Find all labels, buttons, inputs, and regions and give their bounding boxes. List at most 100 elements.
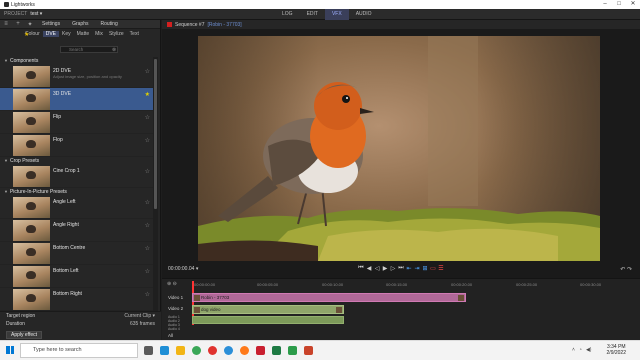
timeline-ruler[interactable]: ⊕ ⊖ 00:00:00.00 00:00:05.00 00:00:10.00 … [162,281,640,325]
video-frame[interactable] [198,36,600,261]
tab-routing[interactable]: Routing [94,21,123,27]
section-crop-presets[interactable]: ▼ Crop Presets [0,157,153,165]
tab-audio[interactable]: AUDIO [349,9,379,20]
effect-item-bottom-centre[interactable]: Bottom Centre ☆ [0,242,153,265]
viewer-timecode[interactable]: 00:00:00.04 ▾ [168,266,198,272]
favorite-star-icon[interactable]: ☆ [145,68,150,75]
favorite-star-icon[interactable]: ☆ [145,245,150,252]
powerpoint-icon[interactable] [304,346,313,355]
effect-item-flip[interactable]: Flip ☆ [0,111,153,134]
play-reverse-icon[interactable]: ◁ [374,265,380,272]
favorite-star-icon[interactable]: ☆ [145,268,150,275]
effect-item-flop[interactable]: Flop ☆ [0,134,153,157]
edge-dev-icon[interactable] [224,346,233,355]
fx-icon[interactable]: ✦ [24,21,36,28]
go-to-start-icon[interactable]: ⏮ [358,265,364,272]
red-app-icon[interactable] [256,346,265,355]
tab-settings[interactable]: Settings [36,21,66,27]
edge-icon[interactable] [160,346,169,355]
volume-icon[interactable]: ◀) [586,347,592,353]
filter-dve[interactable]: DVE [42,31,60,37]
tray-up-arrow-icon[interactable]: ˄ [572,347,575,353]
track-footer-all[interactable]: All [168,333,173,338]
effect-item-bottom-right[interactable]: Bottom Right ☆ [0,288,153,311]
apply-effect-footer: Target region Current Clip ▾ Duration 63… [0,311,161,340]
delete-icon[interactable]: ▭ [430,265,436,272]
timeline-clip-audio[interactable] [192,316,344,324]
duration-value[interactable]: 635 frames [130,321,155,327]
clip-thumbnail [194,307,200,313]
firefox-icon[interactable] [240,346,249,355]
add-icon[interactable]: + [12,21,24,27]
favorite-star-icon[interactable]: ☆ [145,168,150,175]
apply-effect-button[interactable]: Apply effect [6,331,43,339]
task-view-icon[interactable] [144,346,153,355]
go-to-end-icon[interactable]: ⏭ [398,265,404,272]
favorite-star-icon[interactable]: ☆ [145,291,150,298]
effect-item-angle-right[interactable]: Angle Right ☆ [0,219,153,242]
effects-search-input[interactable]: Search [60,46,118,53]
tab-vfx[interactable]: VFX [324,9,349,20]
effect-item-3d-dve[interactable]: 3D DVE ★ [0,88,153,111]
close-window-button[interactable]: ✕ [626,0,640,9]
filter-key[interactable]: Key [59,31,74,37]
mark-out-icon[interactable]: ⇥ [414,265,420,272]
previous-frame-icon[interactable]: ◀ [366,265,372,272]
filter-stylize[interactable]: Stylize [106,31,127,37]
menu-icon[interactable]: ≡ [0,21,12,27]
redo-icon[interactable]: ↷ [627,267,632,273]
filter-mix[interactable]: Mix [92,31,106,37]
maximize-button[interactable]: □ [612,0,626,9]
filter-matte[interactable]: Matte [74,31,93,37]
effect-item-cine-crop-1[interactable]: Cine Crop 1 ☆ [0,165,153,188]
viewer-title-bar: Sequence #7 [Robin - 37703] [162,20,640,29]
opera-icon[interactable] [208,346,217,355]
effect-item-angle-left[interactable]: Angle Left ☆ [0,196,153,219]
project-selector[interactable]: test ▾ [30,11,42,17]
timeline-clip-robin[interactable]: Robin - 37703 [192,293,466,302]
zoom-in-icon[interactable]: ⊕ [167,281,171,287]
track-label-video-2[interactable]: Video 2 [168,306,183,311]
play-icon[interactable]: ▶ [382,265,388,272]
minimize-button[interactable]: – [598,0,612,9]
favorite-star-icon[interactable]: ☆ [145,222,150,229]
search-clear-icon[interactable]: ⊗ [112,47,116,53]
chrome-icon[interactable] [192,346,201,355]
windows-start-icon[interactable] [6,346,15,354]
wifi-icon[interactable]: ◔ [579,347,582,353]
next-frame-icon[interactable]: ▷ [390,265,396,272]
effect-thumbnail [13,135,50,156]
robin-image [198,36,600,261]
camtasia-icon[interactable] [288,346,297,355]
effect-item-2d-dve[interactable]: 2D DVE Adjust image size, position and o… [0,65,153,88]
file-explorer-icon[interactable] [176,346,185,355]
section-pip-presets[interactable]: ▼ Picture-In-Picture Presets [0,188,153,196]
undo-icon[interactable]: ↶ [620,267,625,273]
taskbar-search-input[interactable]: Type here to search [20,343,138,358]
timeline-clip-dog-video[interactable]: dog video [192,305,344,314]
scrollbar-thumb[interactable] [154,59,157,209]
track-label-video-1[interactable]: Video 1 [168,295,183,300]
mark-in-icon[interactable]: ⇤ [406,265,412,272]
excel-icon[interactable] [272,346,281,355]
clear-marks-icon[interactable]: ⊞ [422,265,428,272]
taskbar-clock[interactable]: 3:34 PM 2/9/2022 [607,344,626,356]
system-tray: ˄ ◔ ◀) [572,347,591,353]
tab-graphs[interactable]: Graphs [66,21,94,27]
track-label-audio-4[interactable]: Audio 4 [168,327,180,331]
favorite-star-icon[interactable]: ★ [145,91,150,98]
effect-category-filters: ★ Colour DVE Key Matte Mix Stylize Text [0,29,160,39]
filter-text[interactable]: Text [127,31,142,37]
remove-icon[interactable]: ☰ [438,265,444,272]
section-components[interactable]: ▼ Components [0,57,153,65]
target-region-select[interactable]: Current Clip ▾ [124,313,155,319]
favorites-star-icon[interactable]: ★ [24,31,29,38]
effects-list-scrollbar[interactable] [153,57,158,327]
favorite-star-icon[interactable]: ☆ [145,114,150,121]
tab-log[interactable]: LOG [275,9,300,20]
tab-edit[interactable]: EDIT [300,9,325,20]
zoom-out-icon[interactable]: ⊖ [173,281,177,287]
favorite-star-icon[interactable]: ☆ [145,137,150,144]
effect-item-bottom-left[interactable]: Bottom Left ☆ [0,265,153,288]
favorite-star-icon[interactable]: ☆ [145,199,150,206]
